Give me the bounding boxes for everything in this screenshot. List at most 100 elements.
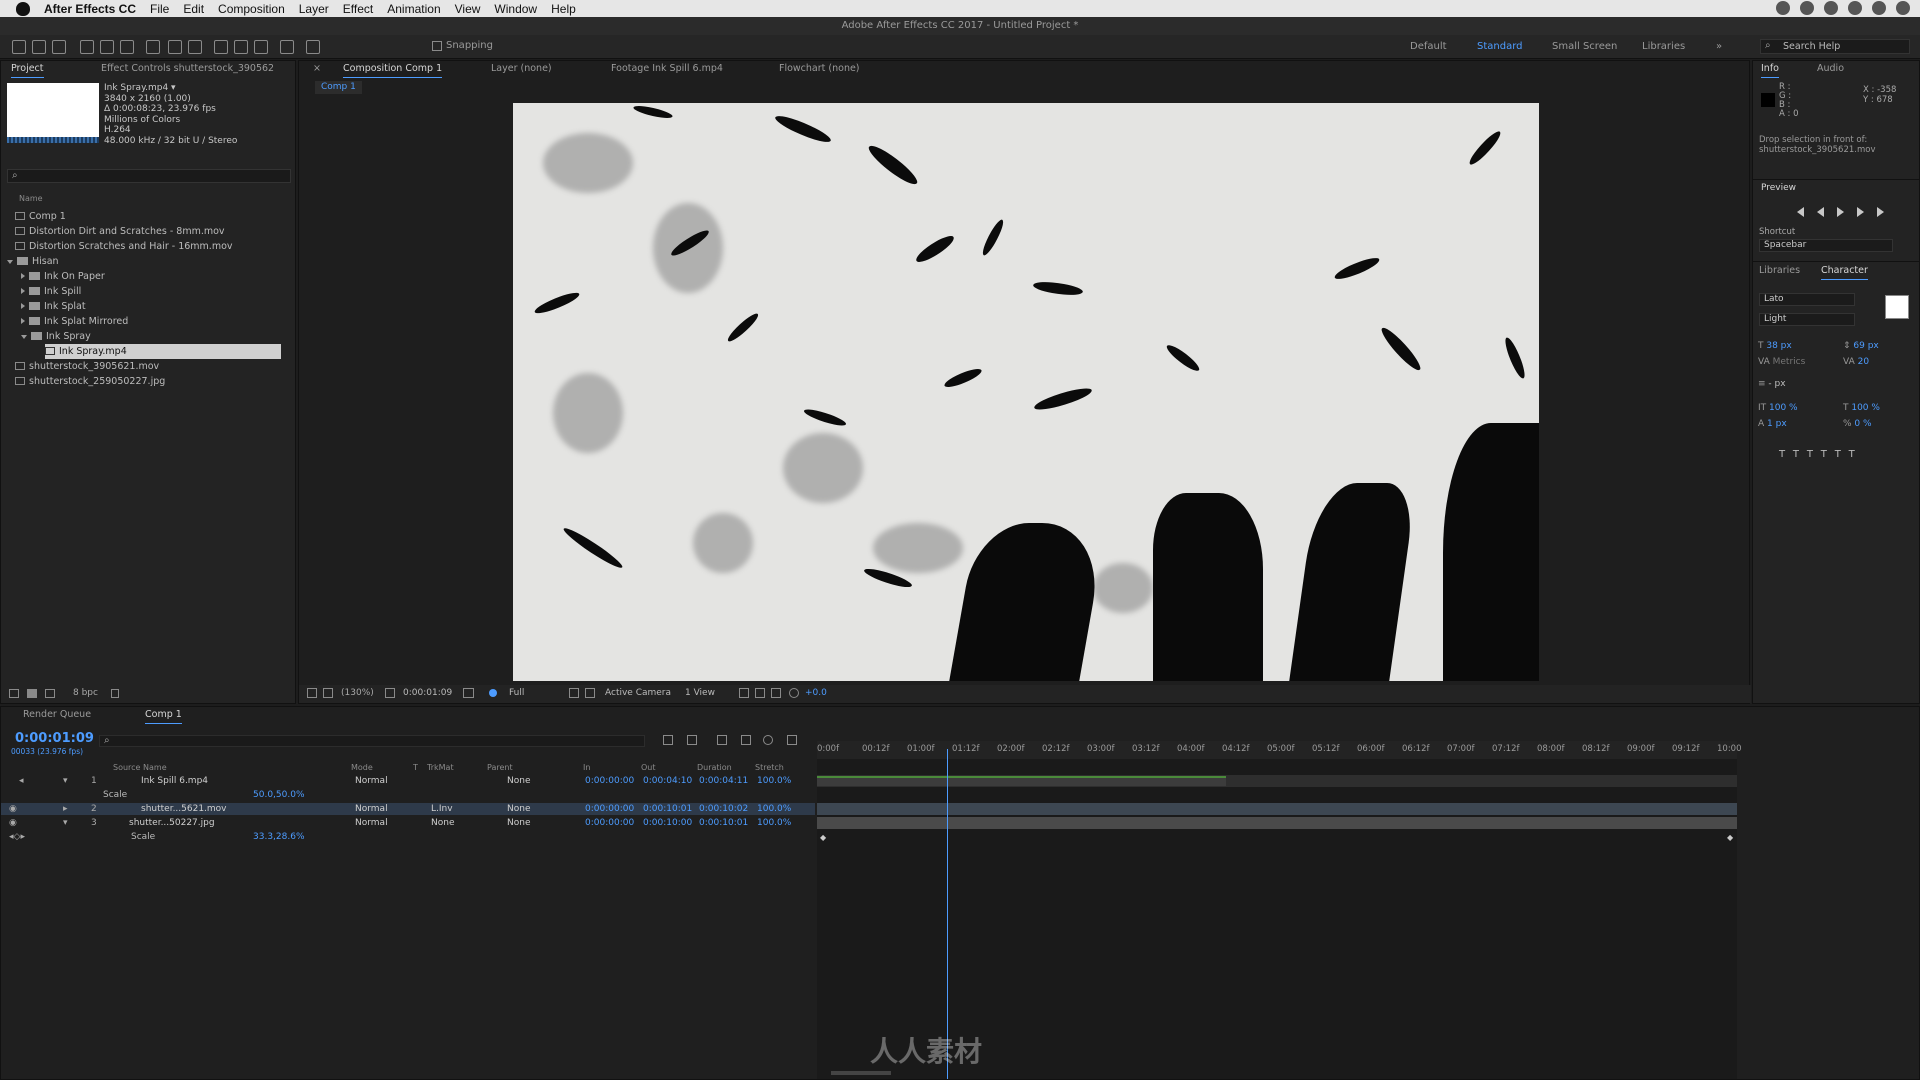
layer-out[interactable]: 0:00:04:10 [643, 775, 692, 787]
interpret-footage-icon[interactable] [9, 689, 19, 698]
toggle-pixel-aspect-icon[interactable] [739, 688, 749, 698]
timeline-search-input[interactable]: ⌕ [99, 735, 645, 747]
stroke-row[interactable]: ≡ - px [1758, 379, 1786, 389]
project-folder-ink-spray[interactable]: Ink Spray [21, 329, 91, 344]
next-frame-icon[interactable] [1857, 207, 1864, 217]
resolution-dropdown[interactable]: Full [509, 688, 524, 698]
layer1-scale-row[interactable]: Scale 50.0,50.0% [1, 789, 815, 801]
clone-stamp-tool-icon[interactable] [234, 40, 248, 54]
font-style-dropdown[interactable]: Light [1759, 313, 1855, 326]
zoom-dropdown[interactable]: (130%) [341, 688, 374, 698]
timeline-graph[interactable]: 0:00f 00:12f 01:00f 01:12f 02:00f 02:12f 03:00… [817, 741, 1742, 1079]
flowchart-icon[interactable] [771, 688, 781, 698]
menu-file[interactable]: File [150, 2, 169, 16]
close-tab-icon[interactable]: × [307, 61, 327, 77]
tsume-row[interactable]: % 0 % [1843, 419, 1872, 429]
disclosure-closed-icon[interactable] [21, 318, 25, 324]
tracking-row[interactable]: VA 20 [1843, 357, 1869, 367]
reset-exposure-icon[interactable] [789, 688, 799, 698]
tab-character[interactable]: Character [1815, 263, 1874, 280]
always-preview-icon[interactable] [307, 688, 317, 698]
font-size-row[interactable]: T 38 px [1758, 341, 1792, 351]
layer-name[interactable]: Ink Spill 6.mp4 [141, 775, 208, 787]
tab-flowchart[interactable]: Flowchart (none) [773, 61, 866, 77]
stroke-value[interactable]: - px [1768, 379, 1785, 389]
project-folder-ink-splat-mirrored[interactable]: Ink Splat Mirrored [21, 314, 128, 329]
viewer-current-time[interactable]: 0:00:01:09 [403, 688, 452, 698]
twirl-open-icon[interactable]: ▾ [63, 817, 68, 829]
project-item-comp1[interactable]: Comp 1 [15, 209, 66, 224]
header-source-name[interactable]: Source Name [113, 763, 167, 772]
vertical-scale-value[interactable]: 100 % [1769, 403, 1798, 413]
project-folder-ink-on-paper[interactable]: Ink On Paper [21, 269, 105, 284]
layer-mode-dropdown[interactable]: Normal [355, 817, 388, 829]
workspace-overflow-icon[interactable]: » [1716, 41, 1722, 52]
font-family-dropdown[interactable]: Lato [1759, 293, 1855, 306]
layer-stretch[interactable]: 100.0% [757, 775, 791, 787]
menu-layer[interactable]: Layer [299, 2, 329, 16]
snapping-checkbox[interactable] [432, 41, 442, 51]
twirl-open-icon[interactable]: ▾ [63, 775, 68, 787]
layer-name[interactable]: shutter...5621.mov [141, 803, 227, 815]
workspace-standard[interactable]: Standard [1477, 41, 1523, 52]
region-of-interest-icon[interactable] [569, 688, 579, 698]
project-item-shutterstock-jpg[interactable]: shutterstock_259050227.jpg [15, 374, 165, 389]
font-size-value[interactable]: 38 px [1766, 341, 1791, 351]
faux-style-buttons[interactable]: TTTTTT [1779, 449, 1863, 460]
menu-effect[interactable]: Effect [343, 2, 373, 16]
leading-value[interactable]: 69 px [1853, 341, 1878, 351]
layer-in[interactable]: 0:00:00:00 [585, 775, 634, 787]
layer-row-3[interactable]: ◉ ▾ 3 shutter...50227.jpg Normal None No… [1, 817, 815, 829]
keyframe-nav-icon[interactable]: ◂◇▸ [9, 831, 25, 843]
project-folder-hisan[interactable]: Hisan [7, 254, 59, 269]
horizontal-scale-value[interactable]: 100 % [1851, 403, 1880, 413]
menu-window[interactable]: Window [494, 2, 537, 16]
camera-tool-icon[interactable] [100, 40, 114, 54]
horizontal-scale-row[interactable]: T 100 % [1843, 403, 1880, 413]
tab-effect-controls[interactable]: Effect Controls shutterstock_390562 [95, 61, 280, 77]
footage-name[interactable]: Ink Spray.mp4 ▾ [104, 83, 237, 94]
disclosure-closed-icon[interactable] [21, 273, 25, 279]
kerning-value[interactable]: Metrics [1773, 357, 1806, 367]
last-frame-icon[interactable] [1877, 207, 1884, 217]
views-dropdown[interactable]: 1 View [685, 688, 715, 698]
layer-out[interactable]: 0:00:10:00 [643, 817, 692, 829]
project-item-shutterstock-mov[interactable]: shutterstock_3905621.mov [15, 359, 159, 374]
sync-icon[interactable] [1824, 1, 1838, 15]
frame-blending-icon[interactable] [741, 735, 751, 745]
project-item-ink-spray-selected[interactable]: Ink Spray.mp4 [45, 344, 281, 359]
layer-mode-dropdown[interactable]: Normal [355, 775, 388, 787]
monitor-icon[interactable] [323, 688, 333, 698]
composition-canvas[interactable] [513, 103, 1539, 681]
leading-row[interactable]: ⇕ 69 px [1843, 341, 1879, 351]
layer-duration[interactable]: 0:00:04:11 [699, 775, 748, 787]
project-item-scratches[interactable]: Distortion Scratches and Hair - 16mm.mov [15, 239, 233, 254]
baseline-row[interactable]: A 1 px [1758, 419, 1787, 429]
shortcut-dropdown[interactable]: Spacebar [1759, 239, 1893, 252]
user-icon[interactable] [1848, 1, 1862, 15]
pen-tool-icon[interactable] [168, 40, 182, 54]
menu-view[interactable]: View [455, 2, 481, 16]
header-trkmat[interactable]: TrkMat [427, 763, 454, 772]
project-folder-ink-splat[interactable]: Ink Splat [21, 299, 86, 314]
workspace-small-screen[interactable]: Small Screen [1552, 41, 1617, 52]
color-channel-icon[interactable] [489, 689, 497, 697]
tab-render-queue[interactable]: Render Queue [17, 707, 97, 723]
project-item-dirt[interactable]: Distortion Dirt and Scratches - 8mm.mov [15, 224, 225, 239]
fast-previews-icon[interactable] [755, 688, 765, 698]
menu-edit[interactable]: Edit [183, 2, 204, 16]
draft-3d-icon[interactable] [687, 735, 697, 745]
wifi-icon[interactable] [1896, 1, 1910, 15]
twirl-closed-icon[interactable]: ▸ [63, 803, 68, 815]
status-icon[interactable] [1776, 1, 1790, 15]
puppet-tool-icon[interactable] [306, 40, 320, 54]
layer3-scale-row[interactable]: ◂◇▸ Scale 33.3,28.6% [1, 831, 815, 843]
header-duration[interactable]: Duration [697, 763, 732, 772]
layer-stretch[interactable]: 100.0% [757, 817, 791, 829]
header-stretch[interactable]: Stretch [755, 763, 784, 772]
project-search-input[interactable]: ⌕ [7, 169, 291, 183]
new-composition-icon[interactable] [45, 689, 55, 698]
keyframe-start-icon[interactable]: ◆ [820, 833, 826, 842]
workspace-default[interactable]: Default [1410, 41, 1447, 52]
column-name-header[interactable]: Name [19, 194, 43, 203]
